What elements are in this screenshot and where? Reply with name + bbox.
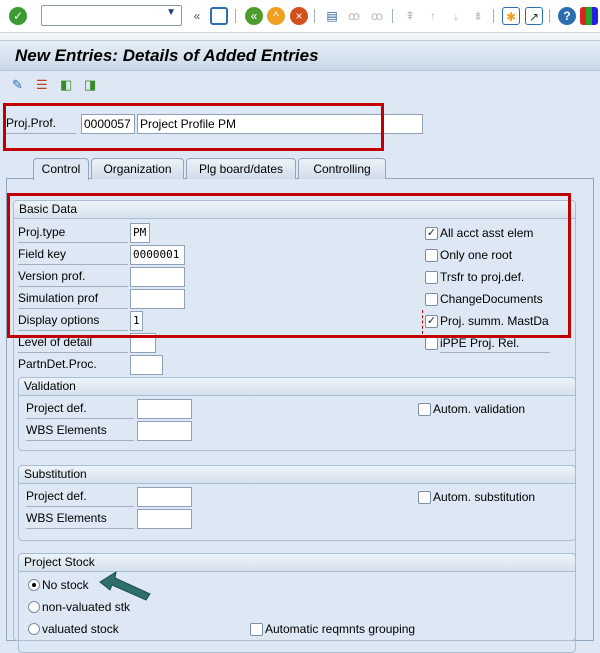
help-icon[interactable]: ? <box>558 7 576 25</box>
validation-wbs-input[interactable] <box>137 421 192 441</box>
highlight-box <box>7 193 571 338</box>
save-icon[interactable] <box>210 7 228 25</box>
valuated-stock-radio[interactable] <box>28 623 40 635</box>
autom-validation-label: Autom. validation <box>433 402 526 416</box>
substitution-project-def-label: Project def. <box>26 487 134 507</box>
new-session-icon[interactable]: ✱ <box>502 7 520 25</box>
substitution-wbs-label: WBS Elements <box>26 509 134 529</box>
system-toolbar: ✓ ▼ « « ^ × ▤ ꝏ ꝏ ⇞ ↑ ↓ ⇟ ✱ ↗ ? <box>0 0 600 33</box>
automatic-reqmnts-grouping-label: Automatic reqmnts grouping <box>265 622 416 636</box>
print-icon[interactable]: ▤ <box>323 7 341 25</box>
substitution-wbs-input[interactable] <box>137 509 192 529</box>
cancel-icon[interactable]: × <box>290 7 308 25</box>
tab-controlling[interactable]: Controlling <box>298 158 386 179</box>
dropdown-icon[interactable]: ▼ <box>166 7 176 18</box>
partndet-proc-input[interactable] <box>130 355 163 375</box>
partndet-proc-label: PartnDet.Proc. <box>18 357 97 371</box>
title-bar: New Entries: Details of Added Entries <box>0 40 600 71</box>
tab-control[interactable]: Control <box>33 158 89 180</box>
ippe-proj-rel-label: iPPE Proj. Rel. <box>440 336 550 353</box>
autom-validation-checkbox[interactable] <box>418 403 431 416</box>
substitution-project-def-input[interactable] <box>137 487 192 507</box>
valuated-stock-label: valuated stock <box>42 622 119 636</box>
autom-substitution-label: Autom. substitution <box>433 490 536 504</box>
no-stock-radio[interactable] <box>28 579 40 591</box>
next-page-icon: ↓ <box>453 9 459 23</box>
first-page-icon: ⇞ <box>404 9 416 23</box>
validation-wbs-label: WBS Elements <box>26 421 134 441</box>
previous-entry-icon[interactable]: ◧ <box>60 77 72 93</box>
tab-organization[interactable]: Organization <box>91 158 184 179</box>
prev-page-icon: ↑ <box>430 9 436 23</box>
non-valuated-stk-radio[interactable] <box>28 601 40 613</box>
back-double-icon[interactable]: « <box>188 7 206 25</box>
enter-icon[interactable]: ✓ <box>9 7 27 25</box>
tab-plg-board-dates[interactable]: Plg board/dates <box>186 158 296 179</box>
divider <box>0 33 600 40</box>
last-page-icon: ⇟ <box>472 9 484 23</box>
page-title: New Entries: Details of Added Entries <box>15 46 319 65</box>
validation-project-def-label: Project def. <box>26 399 134 419</box>
find-icon: ꝏ <box>347 9 361 23</box>
arrow-annotation-icon <box>99 570 151 601</box>
display-change-icon[interactable]: ✎ <box>12 77 23 93</box>
back-icon[interactable]: « <box>245 7 263 25</box>
find-next-icon: ꝏ <box>370 9 384 23</box>
command-field[interactable]: ▼ <box>41 5 182 26</box>
ippe-proj-rel-checkbox[interactable] <box>425 337 438 350</box>
exit-icon[interactable]: ^ <box>267 7 285 25</box>
highlight-box <box>3 103 384 151</box>
group-header: Substitution <box>19 466 575 484</box>
autom-substitution-checkbox[interactable] <box>418 491 431 504</box>
layout-icon[interactable] <box>580 7 598 25</box>
automatic-reqmnts-grouping-checkbox[interactable] <box>250 623 263 636</box>
group-header: Validation <box>19 378 575 396</box>
validation-project-def-input[interactable] <box>137 399 192 419</box>
delete-icon[interactable]: ☰ <box>36 77 48 93</box>
next-entry-icon[interactable]: ◨ <box>84 77 96 93</box>
no-stock-label: No stock <box>42 578 89 592</box>
shortcut-icon[interactable]: ↗ <box>525 7 543 25</box>
